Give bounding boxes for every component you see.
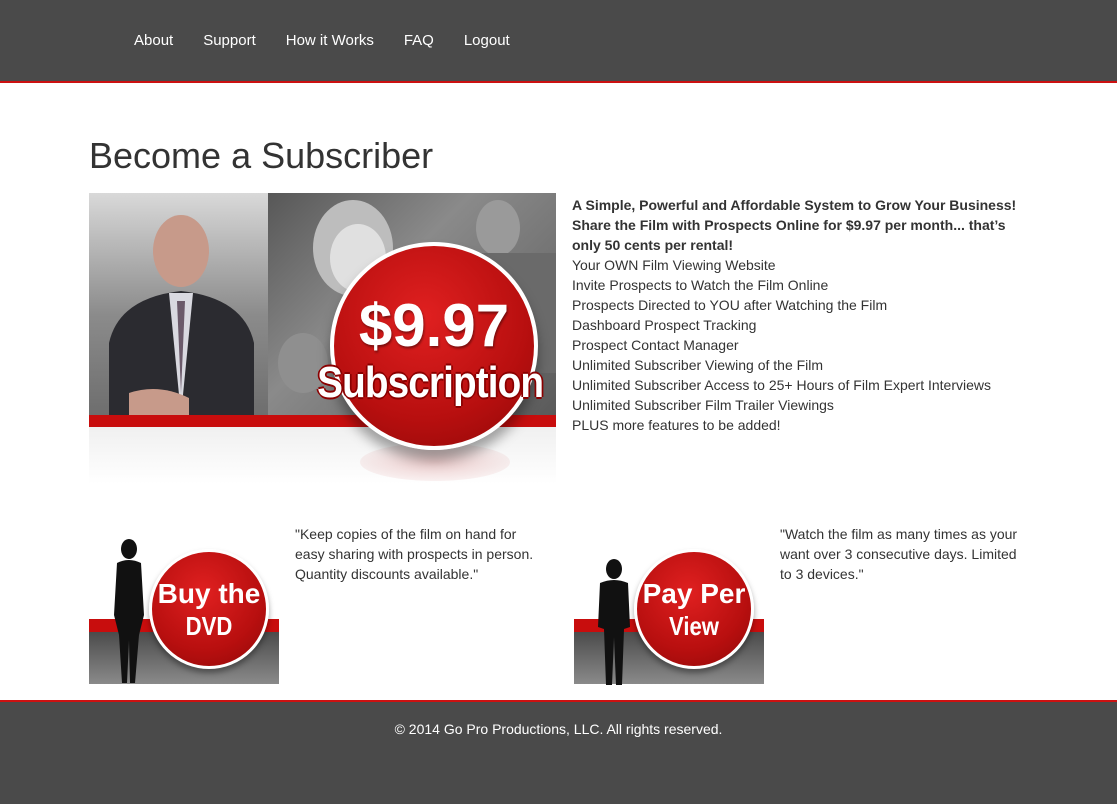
nav-link-about[interactable]: About — [134, 32, 173, 49]
feature-item: Your OWN Film Viewing Website — [572, 257, 776, 273]
price-text: $9.97 — [358, 292, 510, 359]
quote-line: "Watch the film as many times as your — [780, 526, 1018, 542]
nav-link-how-it-works[interactable]: How it Works — [286, 32, 374, 49]
feature-item: PLUS more features to be added! — [572, 417, 781, 433]
headline-line: A Simple, Powerful and Affordable System… — [572, 197, 1017, 213]
headline-line: Share the Film with Prospects Online for… — [572, 217, 1006, 233]
feature-item: Unlimited Subscriber Access to 25+ Hours… — [572, 377, 991, 393]
dvd-quote: "Keep copies of the film on hand for eas… — [295, 524, 540, 584]
promo-line2: DVD — [185, 611, 233, 641]
quote-line: "Keep copies of the film on hand for — [295, 526, 517, 542]
subscription-banner[interactable]: $9.97 Subscription — [89, 193, 556, 484]
buy-dvd-button[interactable]: Buy the DVD — [89, 527, 279, 684]
copyright-text: © 2014 Go Pro Productions, LLC. All righ… — [394, 721, 723, 737]
promo-line2: View — [669, 611, 719, 641]
presenter-silhouette-icon — [109, 215, 254, 415]
promo-circle — [149, 549, 269, 669]
promo-line1: Pay Per — [642, 578, 746, 609]
nav-link-support[interactable]: Support — [203, 32, 256, 49]
page-title: Become a Subscriber — [89, 135, 434, 176]
presenter-photo — [89, 193, 268, 415]
feature-item: Prospect Contact Manager — [572, 337, 739, 353]
features-list: A Simple, Powerful and Affordable System… — [572, 195, 1042, 435]
quote-line: to 3 devices." — [780, 566, 864, 582]
feature-item: Unlimited Subscriber Viewing of the Film — [572, 357, 824, 373]
nav-link-faq[interactable]: FAQ — [404, 32, 434, 49]
feature-item: Invite Prospects to Watch the Film Onlin… — [572, 277, 829, 293]
subscription-label: Subscription — [317, 358, 544, 407]
feature-item: Prospects Directed to YOU after Watching… — [572, 297, 888, 313]
nav-link-logout[interactable]: Logout — [464, 32, 510, 49]
footer: © 2014 Go Pro Productions, LLC. All righ… — [0, 700, 1117, 804]
top-navigation-bar: About Support How it Works FAQ Logout — [0, 0, 1117, 83]
quote-line: easy sharing with prospects in person. — [295, 546, 534, 562]
promo-line1: Buy the — [157, 578, 261, 609]
pay-per-view-button[interactable]: Pay Per View — [574, 527, 764, 685]
feature-item: Dashboard Prospect Tracking — [572, 317, 757, 333]
promo-circle — [634, 549, 754, 669]
feature-item: Unlimited Subscriber Film Trailer Viewin… — [572, 397, 834, 413]
main-nav: About Support How it Works FAQ Logout — [134, 32, 540, 49]
quote-line: want over 3 consecutive days. Limited — [780, 546, 1017, 562]
headline-line: only 50 cents per rental! — [572, 237, 734, 253]
ppv-quote: "Watch the film as many times as your wa… — [780, 524, 1025, 584]
quote-line: Quantity discounts available." — [295, 566, 479, 582]
